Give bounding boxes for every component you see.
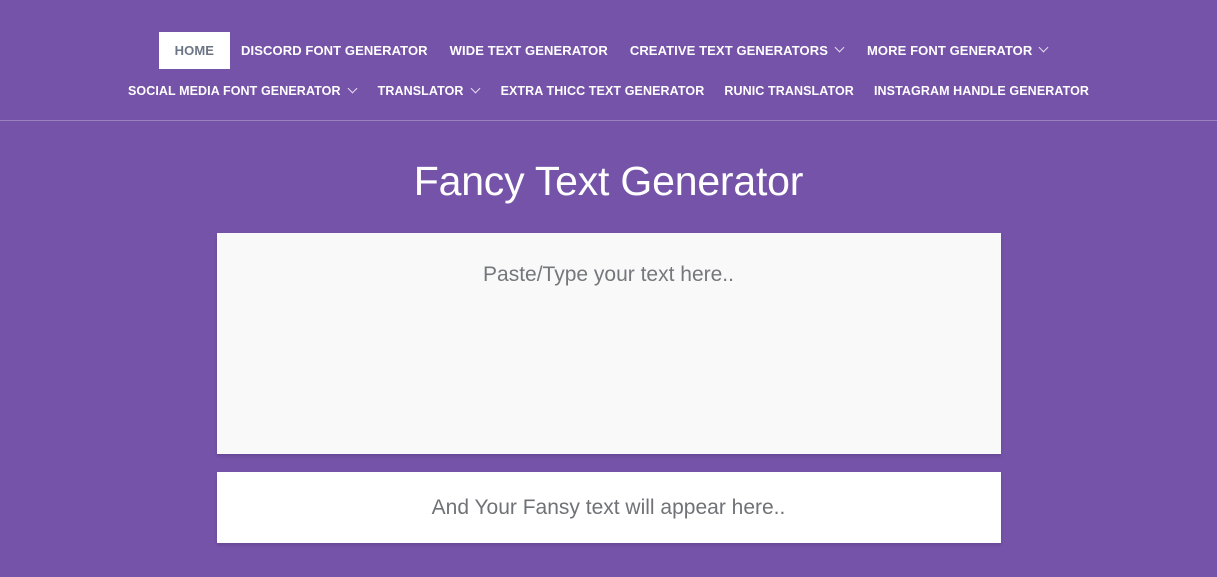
chevron-down-icon [836,44,845,53]
nav-item-label: DISCORD FONT GENERATOR [241,43,428,58]
chevron-down-icon [1040,44,1049,53]
nav-item-label: SOCIAL MEDIA FONT GENERATOR [127,84,341,99]
nav-item-label: MORE FONT GENERATOR [866,43,1033,58]
nav-item-extra-thicc-text-generator[interactable]: EXTRA THICC TEXT GENERATOR [491,73,715,110]
nav-item-translator[interactable]: TRANSLATOR [368,73,491,110]
nav-item-more-font-generator[interactable]: MORE FONT GENERATOR [856,32,1060,69]
page-title: Fancy Text Generator [413,158,804,204]
chevron-down-icon [472,85,481,94]
nav-row-secondary: SOCIAL MEDIA FONT GENERATOR TRANSLATOR EXT… [0,73,1217,110]
nav-item-discord-font-generator[interactable]: DISCORD FONT GENERATOR [230,32,439,69]
generator-panel: And Your Fansy text will appear here.. [216,233,1001,544]
output-placeholder-text: And Your Fansy text will appear here.. [431,496,786,520]
nav-item-label: EXTRA THICC TEXT GENERATOR [500,84,705,99]
nav-item-label: CREATIVE TEXT GENERATORS [629,43,828,58]
nav-row-primary: HOME DISCORD FONT GENERATOR WIDE TEXT GENE… [0,32,1217,69]
nav-item-home[interactable]: HOME [158,32,231,69]
nav-item-wide-text-generator[interactable]: WIDE TEXT GENERATOR [439,32,619,69]
output-result-box[interactable]: And Your Fansy text will appear here.. [216,472,1001,544]
nav-item-creative-text-generators[interactable]: CREATIVE TEXT GENERATORS [619,32,856,69]
text-input-area[interactable] [216,233,1001,455]
nav-item-label: RUNIC TRANSLATOR [724,84,854,99]
nav-item-social-media-font-generator[interactable]: SOCIAL MEDIA FONT GENERATOR [118,73,368,110]
nav-item-label: TRANSLATOR [377,84,464,99]
chevron-down-icon [349,85,358,94]
nav-item-label: HOME [174,43,215,58]
nav-item-runic-translator[interactable]: RUNIC TRANSLATOR [714,73,864,110]
main-content: Fancy Text Generator And Your Fansy text… [0,121,1217,544]
nav-item-label: INSTAGRAM HANDLE GENERATOR [873,84,1090,99]
nav-item-instagram-handle-generator[interactable]: INSTAGRAM HANDLE GENERATOR [864,73,1099,110]
nav-item-label: WIDE TEXT GENERATOR [449,43,608,58]
main-navigation: HOME DISCORD FONT GENERATOR WIDE TEXT GENE… [0,0,1217,121]
